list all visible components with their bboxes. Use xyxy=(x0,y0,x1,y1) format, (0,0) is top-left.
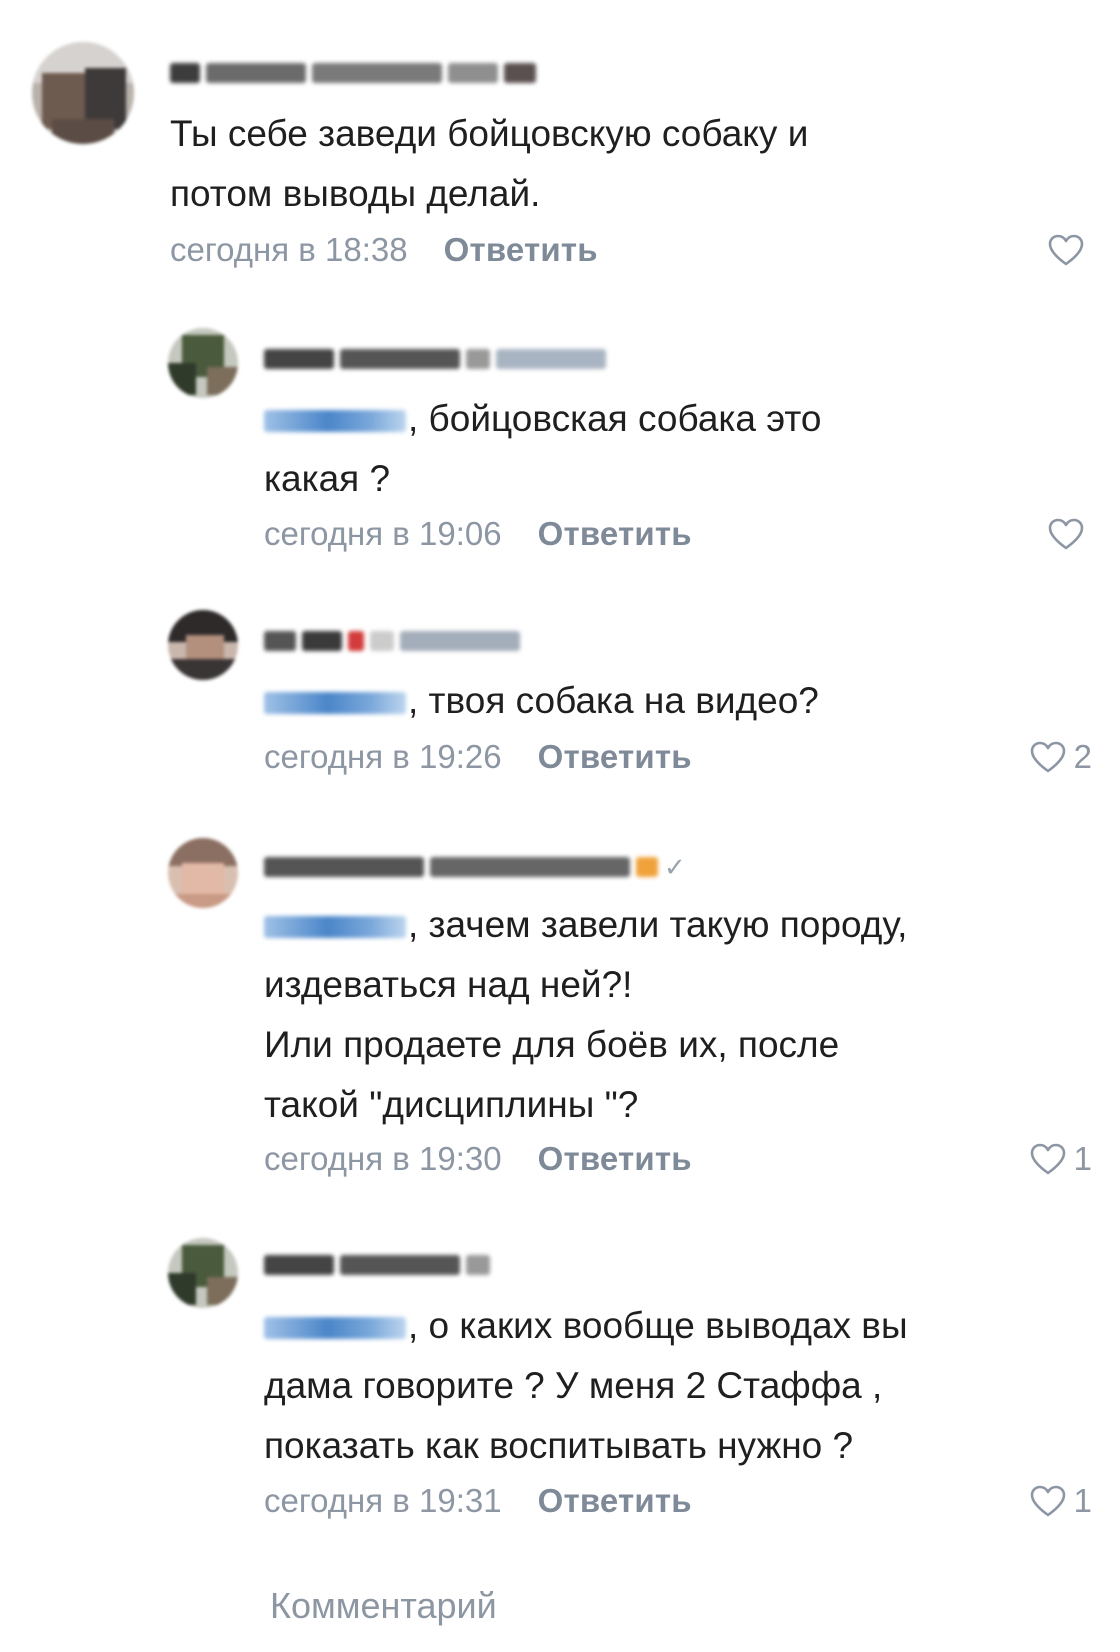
author-name-blurred xyxy=(264,349,334,369)
verified-check-icon: ✓ xyxy=(664,852,686,882)
comment-text: , о каких вообще выводах вы дама говорит… xyxy=(264,1296,908,1476)
author-name-blurred xyxy=(448,63,498,83)
author-name-blurred xyxy=(504,63,536,83)
comment-text: Ты себе заведи бойцовскую собаку и потом… xyxy=(170,104,808,224)
comment-meta: сегодня в 18:38 Ответить xyxy=(170,228,598,272)
comment-author[interactable] xyxy=(264,624,526,658)
comment-text-line: такой "дисциплины "? xyxy=(264,1084,639,1125)
comment-author[interactable]: ✓ xyxy=(264,850,692,884)
author-name-blurred xyxy=(340,349,460,369)
author-name-blurred xyxy=(170,63,200,83)
comment-time: сегодня в 19:06 xyxy=(264,515,502,552)
comment-text-line: показать как воспитывать нужно ? xyxy=(264,1425,854,1466)
author-name-blurred xyxy=(264,857,424,877)
reply-button[interactable]: Ответить xyxy=(538,1482,692,1520)
author-name-blurred xyxy=(302,631,342,651)
like-count: 1 xyxy=(1073,1482,1092,1519)
mention-link[interactable] xyxy=(264,916,406,939)
comment-text-line: Или продаете для боёв их, после xyxy=(264,1024,840,1065)
comment-time: сегодня в 18:38 xyxy=(170,231,408,268)
mention-link[interactable] xyxy=(264,1317,406,1340)
avatar[interactable] xyxy=(168,328,238,398)
comment-text-line: , бойцовская собака это xyxy=(408,398,822,439)
comment-text-line: , твоя собака на видео? xyxy=(408,680,819,721)
author-name-blurred xyxy=(206,63,306,83)
author-name-blurred xyxy=(496,349,606,369)
comment-input[interactable]: Комментарий xyxy=(270,1585,497,1627)
comment-meta: сегодня в 19:31 Ответить xyxy=(264,1479,692,1523)
reply-button[interactable]: Ответить xyxy=(538,738,692,776)
comment-meta: сегодня в 19:30 Ответить xyxy=(264,1137,692,1181)
avatar[interactable] xyxy=(168,610,238,680)
like-button[interactable] xyxy=(1048,228,1092,272)
comment-author[interactable] xyxy=(264,342,612,376)
like-button[interactable]: 2 xyxy=(1030,735,1092,779)
author-name-blurred xyxy=(340,1255,460,1275)
heart-outline-icon xyxy=(1030,1143,1065,1174)
author-name-blurred xyxy=(348,631,364,651)
author-name-blurred xyxy=(400,631,520,651)
comment-author[interactable] xyxy=(170,56,542,90)
comment-text: , твоя собака на видео? xyxy=(264,671,819,731)
like-button[interactable]: 1 xyxy=(1030,1479,1092,1523)
heart-outline-icon xyxy=(1048,234,1084,265)
avatar[interactable] xyxy=(168,1238,238,1308)
comment-text-line: издеваться над ней?! xyxy=(264,964,633,1005)
comment-time: сегодня в 19:26 xyxy=(264,738,502,775)
comment-author[interactable] xyxy=(264,1248,496,1282)
like-count: 2 xyxy=(1073,738,1092,775)
comment-time: сегодня в 19:31 xyxy=(264,1482,502,1519)
author-name-blurred xyxy=(264,1255,334,1275)
comment-text-line: какая ? xyxy=(264,458,391,499)
comment-meta: сегодня в 19:06 Ответить xyxy=(264,512,692,556)
comment-text-line: , о каких вообще выводах вы xyxy=(408,1305,908,1346)
comment-time: сегодня в 19:30 xyxy=(264,1140,502,1177)
comment-text-line: Ты себе заведи бойцовскую собаку и xyxy=(170,113,809,154)
author-name-blurred xyxy=(466,349,490,369)
reply-button[interactable]: Ответить xyxy=(538,515,692,553)
comment-meta: сегодня в 19:26 Ответить xyxy=(264,735,692,779)
avatar[interactable] xyxy=(32,42,134,144)
author-name-blurred xyxy=(430,857,630,877)
mention-link[interactable] xyxy=(264,692,406,715)
author-name-blurred xyxy=(466,1255,490,1275)
avatar[interactable] xyxy=(168,838,238,908)
reply-button[interactable]: Ответить xyxy=(444,231,598,269)
reply-button[interactable]: Ответить xyxy=(538,1140,692,1178)
author-name-blurred xyxy=(370,631,394,651)
author-name-blurred xyxy=(636,857,658,877)
heart-outline-icon xyxy=(1030,741,1065,772)
comment-text: , зачем завели такую породу, издеваться … xyxy=(264,895,907,1135)
like-count: 1 xyxy=(1073,1140,1092,1177)
comment-input-placeholder: Комментарий xyxy=(270,1585,497,1626)
like-button[interactable] xyxy=(1048,512,1092,556)
heart-outline-icon xyxy=(1030,1485,1065,1516)
comment-text: , бойцовская собака это какая ? xyxy=(264,389,821,509)
comment-text-line: потом выводы делай. xyxy=(170,173,541,214)
comment-text-line: дама говорите ? У меня 2 Стаффа , xyxy=(264,1365,883,1406)
author-name-blurred xyxy=(264,631,296,651)
author-name-blurred xyxy=(312,63,442,83)
like-button[interactable]: 1 xyxy=(1030,1137,1092,1181)
heart-outline-icon xyxy=(1048,518,1084,549)
comment-text-line: , зачем завели такую породу, xyxy=(408,904,908,945)
mention-link[interactable] xyxy=(264,410,406,433)
